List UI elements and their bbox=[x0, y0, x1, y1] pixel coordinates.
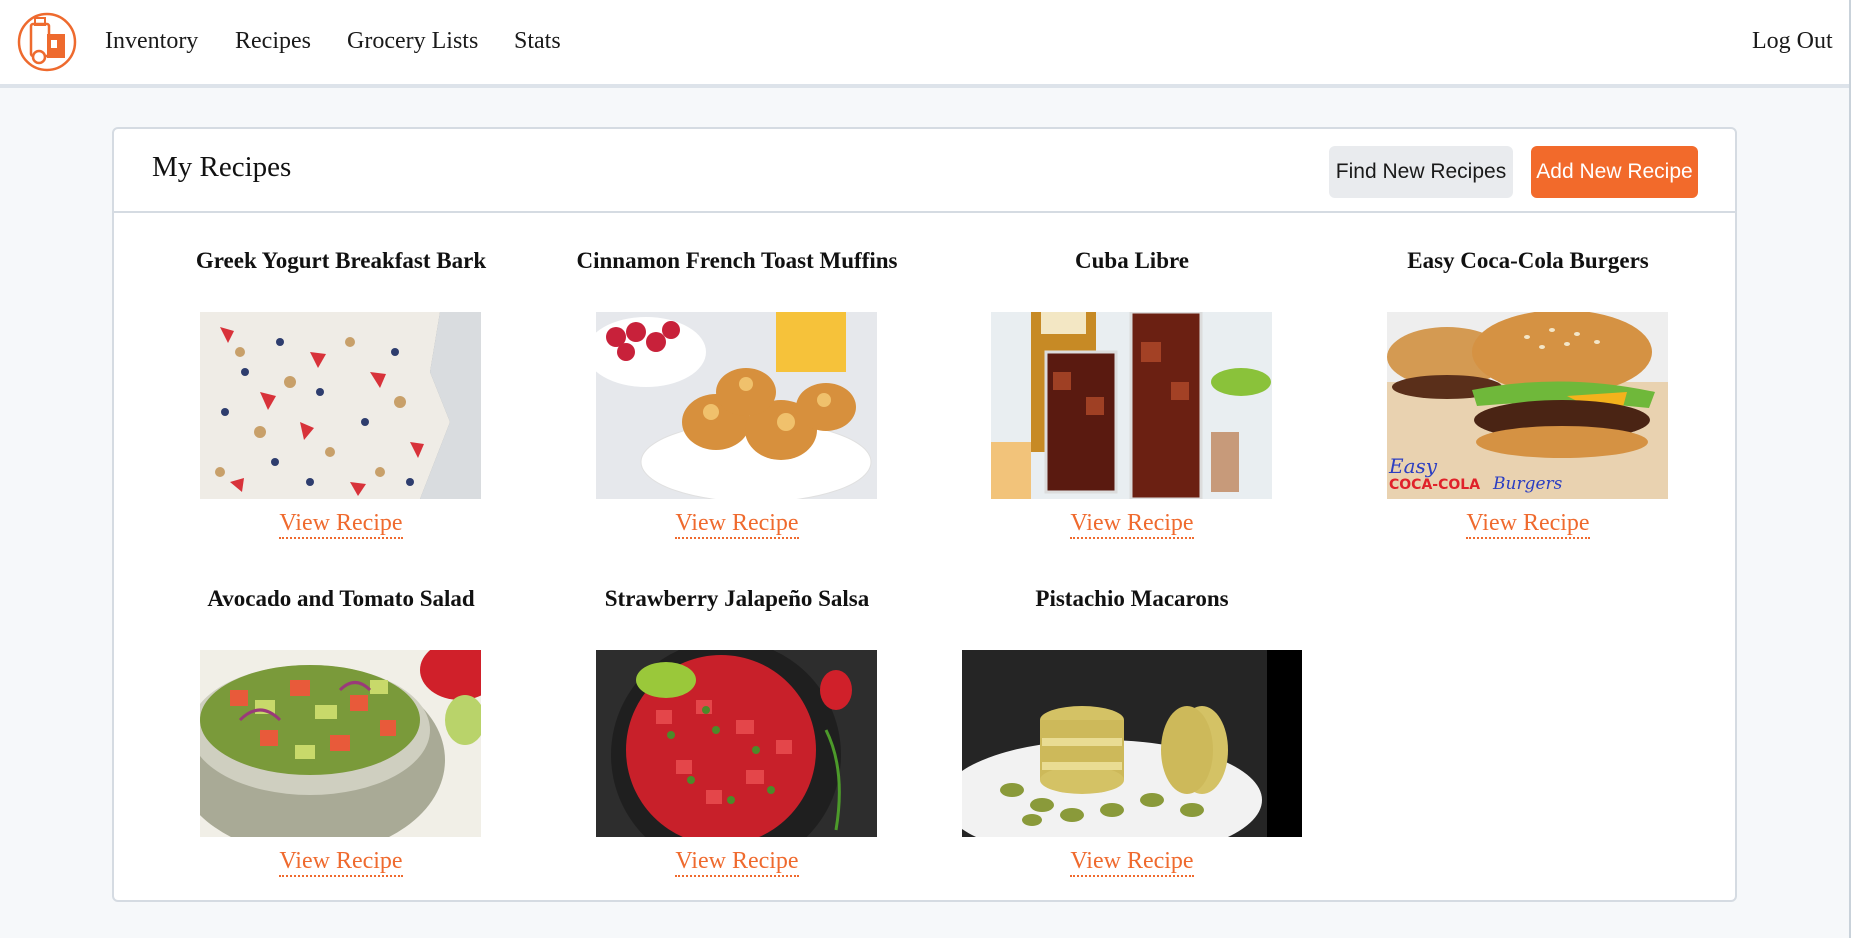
recipe-title: Cuba Libre bbox=[1075, 248, 1189, 273]
recipes-card: My Recipes Find New Recipes Add New Reci… bbox=[112, 127, 1737, 902]
image-caption-easy: Easy bbox=[1389, 454, 1438, 478]
find-new-recipes-button[interactable]: Find New Recipes bbox=[1329, 146, 1513, 198]
recipe-image-pistachio-macarons[interactable] bbox=[962, 650, 1302, 837]
add-new-recipe-button[interactable]: Add New Recipe bbox=[1531, 146, 1698, 198]
recipe-title: Strawberry Jalapeño Salsa bbox=[604, 586, 870, 611]
recipe-image-cuba-libre[interactable] bbox=[991, 312, 1272, 499]
recipe-image-greek-yogurt-bark[interactable] bbox=[200, 312, 481, 499]
nav-inventory[interactable]: Inventory bbox=[105, 28, 198, 55]
view-recipe-link[interactable]: View Recipe bbox=[942, 510, 1322, 539]
view-recipe-label[interactable]: View Recipe bbox=[675, 848, 799, 877]
view-recipe-label[interactable]: View Recipe bbox=[1070, 510, 1194, 539]
view-recipe-link[interactable]: View Recipe bbox=[1338, 510, 1718, 539]
recipe-title: Cinnamon French Toast Muffins bbox=[576, 248, 898, 273]
view-recipe-link[interactable]: View Recipe bbox=[151, 848, 531, 877]
logout-link[interactable]: Log Out bbox=[1752, 28, 1833, 55]
view-recipe-label[interactable]: View Recipe bbox=[279, 848, 403, 877]
nav-stats[interactable]: Stats bbox=[514, 28, 561, 55]
view-recipe-link[interactable]: View Recipe bbox=[547, 848, 927, 877]
recipe-title: Easy Coca-Cola Burgers bbox=[1407, 248, 1649, 273]
view-recipe-link[interactable]: View Recipe bbox=[547, 510, 927, 539]
recipe-image-french-toast-muffins[interactable] bbox=[596, 312, 877, 499]
nav-grocery-lists[interactable]: Grocery Lists bbox=[347, 28, 478, 55]
recipe-image-avocado-tomato-salad[interactable] bbox=[200, 650, 481, 837]
card-header: My Recipes Find New Recipes Add New Reci… bbox=[114, 129, 1735, 213]
grocery-bag-logo-icon[interactable] bbox=[17, 10, 77, 72]
image-caption-coca-cola: COCA-COLA bbox=[1389, 477, 1481, 493]
image-caption-burgers: Burgers bbox=[1493, 474, 1563, 494]
recipe-image-coca-cola-burgers[interactable]: Easy COCA-COLA Burgers bbox=[1387, 312, 1668, 499]
recipe-title: Greek Yogurt Breakfast Bark bbox=[195, 248, 487, 273]
view-recipe-label[interactable]: View Recipe bbox=[675, 510, 799, 539]
view-recipe-label[interactable]: View Recipe bbox=[1466, 510, 1590, 539]
view-recipe-label[interactable]: View Recipe bbox=[1070, 848, 1194, 877]
view-recipe-link[interactable]: View Recipe bbox=[942, 848, 1322, 877]
nav-recipes[interactable]: Recipes bbox=[235, 28, 311, 55]
recipe-title: Pistachio Macarons bbox=[1035, 586, 1229, 611]
recipe-image-strawberry-jalapeno-salsa[interactable] bbox=[596, 650, 877, 837]
top-navbar: Inventory Recipes Grocery Lists Stats Lo… bbox=[0, 0, 1851, 88]
view-recipe-label[interactable]: View Recipe bbox=[279, 510, 403, 539]
page-title: My Recipes bbox=[152, 151, 292, 183]
recipe-title: Avocado and Tomato Salad bbox=[207, 586, 475, 611]
view-recipe-link[interactable]: View Recipe bbox=[151, 510, 531, 539]
